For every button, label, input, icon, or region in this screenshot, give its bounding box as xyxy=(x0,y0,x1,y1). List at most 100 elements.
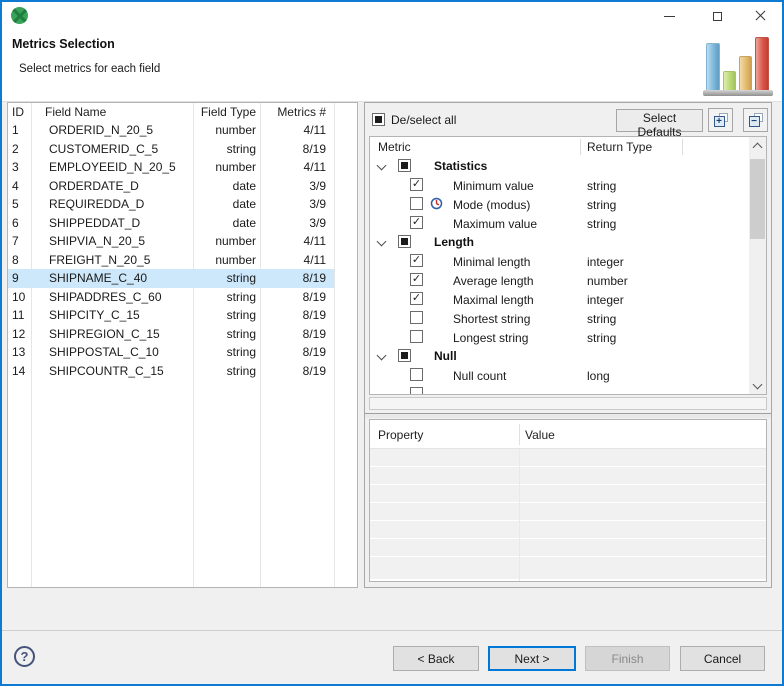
table-row[interactable]: 5REQUIREDDA_Ddate3/9 xyxy=(8,195,334,214)
panel-splitter[interactable] xyxy=(365,413,771,418)
cell: string xyxy=(193,140,260,159)
group-checkbox[interactable] xyxy=(398,349,411,362)
chevron-down-icon[interactable] xyxy=(377,162,386,171)
property-row[interactable] xyxy=(370,449,766,467)
clock-icon xyxy=(430,197,443,210)
scroll-up-icon[interactable] xyxy=(749,137,766,154)
tree-metric-row[interactable]: Mode (modus)string xyxy=(370,195,749,214)
collapse-all-button[interactable]: − xyxy=(743,108,768,132)
property-row[interactable] xyxy=(370,467,766,485)
chart-bar-green xyxy=(723,71,736,91)
minimize-icon xyxy=(664,16,675,17)
column-header-type[interactable]: Field Type xyxy=(193,103,260,121)
table-row[interactable]: 2CUSTOMERID_C_5string8/19 xyxy=(8,140,334,159)
table-row[interactable]: 11SHIPCITY_C_15string8/19 xyxy=(8,306,334,325)
select-defaults-button[interactable]: Select Defaults xyxy=(616,109,703,132)
cell: 8/19 xyxy=(260,362,334,381)
column-header-property[interactable]: Property xyxy=(378,428,423,442)
metric-checkbox[interactable]: ✓ xyxy=(410,292,423,305)
cell: 4/11 xyxy=(260,232,334,251)
property-row[interactable] xyxy=(370,521,766,539)
close-button[interactable] xyxy=(738,2,783,30)
property-row[interactable] xyxy=(370,503,766,521)
expand-all-button[interactable]: + xyxy=(708,108,733,132)
tree-metric-row[interactable] xyxy=(370,385,749,394)
button-bar: ? < BackNext >FinishCancel xyxy=(2,630,782,682)
maximize-button[interactable] xyxy=(695,2,740,30)
table-row[interactable]: 13SHIPPOSTAL_C_10string8/19 xyxy=(8,343,334,362)
metric-checkbox[interactable] xyxy=(410,330,423,343)
cancel-button[interactable]: Cancel xyxy=(680,646,765,671)
table-row[interactable]: 8FREIGHT_N_20_5number4/11 xyxy=(8,251,334,270)
tree-metric-row[interactable]: ✓Maximal lengthinteger xyxy=(370,290,749,309)
column-header-metrics[interactable]: Metrics # xyxy=(260,103,334,121)
property-row[interactable] xyxy=(370,485,766,503)
cell: 3/9 xyxy=(260,177,334,196)
metric-return-type: string xyxy=(587,179,616,193)
help-icon[interactable]: ? xyxy=(14,646,35,667)
column-header-id[interactable]: ID xyxy=(8,103,31,121)
metric-checkbox[interactable] xyxy=(410,387,423,394)
tree-group-label: Null xyxy=(434,349,457,363)
table-row[interactable]: 14SHIPCOUNTR_C_15string8/19 xyxy=(8,362,334,381)
tree-metric-row[interactable]: Shortest stringstring xyxy=(370,309,749,328)
cell: string xyxy=(193,269,260,288)
cell: 8/19 xyxy=(260,325,334,344)
group-checkbox[interactable] xyxy=(398,235,411,248)
metric-label: Mode (modus) xyxy=(453,198,530,212)
tree-metric-row[interactable]: ✓Maximum valuestring xyxy=(370,214,749,233)
group-checkbox[interactable] xyxy=(398,159,411,172)
metric-checkbox[interactable] xyxy=(410,311,423,324)
metric-return-type: string xyxy=(587,217,616,231)
column-header-metric[interactable]: Metric xyxy=(378,140,411,154)
tree-group-row[interactable]: Length xyxy=(370,233,749,252)
metric-checkbox[interactable]: ✓ xyxy=(410,178,423,191)
metric-checkbox[interactable]: ✓ xyxy=(410,273,423,286)
chart-bar-blue xyxy=(706,43,720,91)
metric-checkbox[interactable] xyxy=(410,368,423,381)
next-button[interactable]: Next > xyxy=(488,646,576,671)
table-row[interactable]: 6SHIPPEDDAT_Ddate3/9 xyxy=(8,214,334,233)
column-header-name[interactable]: Field Name xyxy=(31,103,193,121)
tree-vertical-scrollbar[interactable] xyxy=(749,137,766,394)
back-button[interactable]: < Back xyxy=(393,646,479,671)
minimize-button[interactable] xyxy=(647,2,692,30)
table-row[interactable]: 7SHIPVIA_N_20_5number4/11 xyxy=(8,232,334,251)
expand-all-icon: + xyxy=(714,113,728,127)
metric-label: Shortest string xyxy=(453,312,530,326)
tree-metric-row[interactable]: ✓Minimum valuestring xyxy=(370,176,749,195)
chevron-down-icon[interactable] xyxy=(377,352,386,361)
chevron-down-icon[interactable] xyxy=(377,238,386,247)
tree-metric-row[interactable]: Longest stringstring xyxy=(370,328,749,347)
table-row[interactable]: 4ORDERDATE_Ddate3/9 xyxy=(8,177,334,196)
metric-checkbox[interactable] xyxy=(410,197,423,210)
title-bar xyxy=(2,2,782,30)
scrollbar-thumb[interactable] xyxy=(750,159,765,239)
tree-metric-row[interactable]: ✓Average lengthnumber xyxy=(370,271,749,290)
column-header-value[interactable]: Value xyxy=(525,428,555,442)
deselect-all-checkbox[interactable] xyxy=(372,113,385,126)
metric-checkbox[interactable]: ✓ xyxy=(410,254,423,267)
cell: 8/19 xyxy=(260,306,334,325)
table-row[interactable]: 3EMPLOYEEID_N_20_5number4/11 xyxy=(8,158,334,177)
tree-group-row[interactable]: Statistics xyxy=(370,157,749,176)
cell: SHIPCOUNTR_C_15 xyxy=(31,362,193,381)
table-row[interactable]: 1ORDERID_N_20_5number4/11 xyxy=(8,121,334,140)
table-row[interactable]: 12SHIPREGION_C_15string8/19 xyxy=(8,325,334,344)
column-header-return-type[interactable]: Return Type xyxy=(587,140,652,154)
tree-group-row[interactable]: Null xyxy=(370,347,749,366)
scroll-down-icon[interactable] xyxy=(749,377,766,394)
metric-checkbox[interactable]: ✓ xyxy=(410,216,423,229)
cell: ORDERDATE_D xyxy=(31,177,193,196)
tree-horizontal-scrollbar[interactable] xyxy=(369,397,767,410)
table-row[interactable]: 9SHIPNAME_C_40string8/19 xyxy=(8,269,334,288)
chart-base xyxy=(703,90,773,96)
cell: REQUIREDDA_D xyxy=(31,195,193,214)
table-row[interactable]: 10SHIPADDRES_C_60string8/19 xyxy=(8,288,334,307)
property-row[interactable] xyxy=(370,539,766,557)
tree-metric-row[interactable]: ✓Minimal lengthinteger xyxy=(370,252,749,271)
cell: 7 xyxy=(8,232,31,251)
cell: 14 xyxy=(8,362,31,381)
tree-metric-row[interactable]: Null countlong xyxy=(370,366,749,385)
tree-group-label: Length xyxy=(434,235,474,249)
